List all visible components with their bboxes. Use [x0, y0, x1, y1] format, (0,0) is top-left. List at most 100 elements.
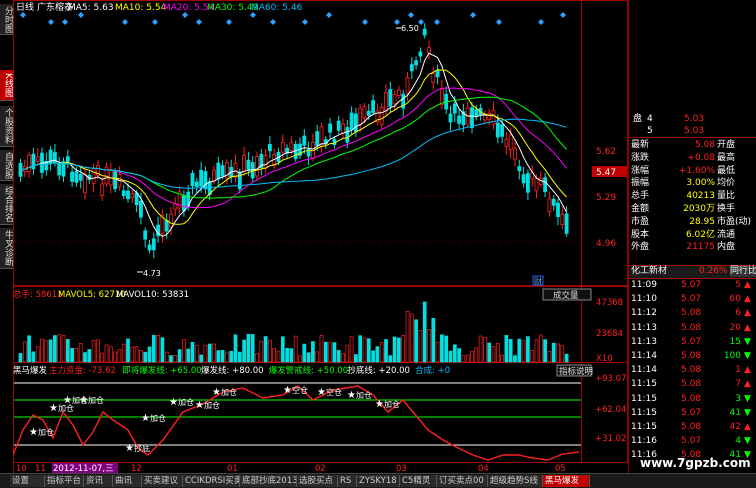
tab-intraday-chart[interactable]: 分时图	[0, 4, 13, 35]
volume-bar	[513, 355, 517, 363]
peer-compare-tab[interactable]: 同行比较	[730, 266, 756, 277]
candle-body	[255, 156, 259, 177]
bottom-tab[interactable]: CCIKDRSI买卖	[183, 475, 240, 487]
volume-bar	[96, 339, 100, 363]
stat-label: 股本	[631, 229, 650, 240]
tab-kline-chart[interactable]: K线图	[0, 70, 13, 101]
kline-chart-area[interactable]: 日线 广东榕泰 MA5: 5.63 MA10: 5.54MA20: 5.54MA3…	[13, 0, 628, 473]
tab-diagnosis[interactable]: 牛叉诊断	[0, 228, 13, 269]
volume-bars	[18, 301, 569, 363]
volume-bar	[177, 349, 182, 363]
volume-bar	[237, 351, 242, 363]
candle-body	[289, 142, 294, 151]
bottom-tab[interactable]: 曲讯	[113, 475, 142, 487]
x-tick: 02	[315, 464, 326, 473]
tab-watchlist[interactable]: 自选股	[0, 150, 13, 181]
volume-bar	[332, 342, 337, 363]
period-label: 日线	[16, 1, 34, 13]
indicator-panel-frame	[13, 362, 628, 463]
bottom-tab[interactable]: 超级趋势S线	[488, 475, 543, 487]
volume-bar	[517, 338, 522, 363]
stat-label: 外盘	[631, 242, 650, 253]
bottom-tab[interactable]: 指标平台	[45, 475, 84, 487]
arrow-up-icon: ▲	[744, 322, 751, 333]
volume-bar	[556, 343, 560, 363]
signal-diamonds	[20, 12, 566, 25]
stat-value: 2030万	[683, 204, 715, 214]
candle-body	[345, 127, 350, 143]
tab-stock-profile[interactable]: 个股资料	[0, 106, 13, 147]
bottom-tab[interactable]: 资讯	[84, 475, 113, 487]
volume-bar	[164, 351, 169, 363]
bottom-tab[interactable]: ZYSKY18	[357, 475, 400, 487]
x-axis: 10 11 2012-11-07,三 12 01 02 03 04 05	[16, 463, 566, 473]
signal-diamond	[196, 19, 202, 25]
arrow-down-icon: ▼	[744, 407, 751, 418]
volume-bar	[255, 353, 259, 363]
tick-volume: 5	[735, 280, 741, 290]
volume-bar	[521, 340, 526, 363]
volume-bar	[156, 335, 160, 363]
bottom-tab[interactable]: 选股买点	[297, 475, 338, 487]
stat-label-right: 市盈(动)	[717, 216, 752, 227]
tick-price: 5.07	[681, 336, 702, 347]
bottom-tab[interactable]: 订买卖点00	[437, 475, 488, 487]
tick-row: 11:14 5.08 1 ▲	[629, 365, 756, 376]
volume-bar	[268, 339, 272, 363]
tick-time: 11:13	[631, 336, 657, 347]
candle-body	[384, 92, 388, 112]
candle-body	[65, 156, 70, 162]
stat-value: 3.00%	[686, 178, 715, 189]
sector-row[interactable]: 化工新材 0.26% 同行比较	[629, 265, 756, 279]
bottom-tab[interactable]: 设置	[10, 475, 45, 487]
tick-time: 11:12	[631, 308, 657, 319]
volume-bar	[422, 301, 427, 363]
arrow-down-icon: ▼	[744, 351, 751, 361]
candle-body	[547, 198, 552, 213]
volume-bar	[336, 349, 341, 363]
volume-bar	[190, 342, 195, 363]
candle-body	[336, 120, 341, 131]
volume-bar	[216, 350, 221, 363]
bottom-tab[interactable]: C5精灵	[400, 475, 437, 487]
bottom-tab[interactable]: 底部抄底2013	[240, 475, 297, 487]
stat-label-right: 内盘	[717, 242, 736, 253]
volume-bar	[203, 344, 208, 363]
bottom-tab[interactable]: 买卖建议	[142, 475, 183, 487]
signal-diamond	[302, 19, 308, 25]
sector-name: 化工新材	[631, 266, 668, 276]
indicator-legend-item: 爆发线: +80.00	[201, 365, 264, 376]
volume-bar	[259, 340, 264, 363]
signal-label: 加仓	[221, 387, 237, 397]
order-book-level: 5	[647, 126, 653, 136]
tab-ranking[interactable]: 综合排名	[0, 184, 13, 225]
volume-bar	[104, 344, 109, 363]
signal-diamond	[560, 12, 566, 18]
candle-body	[560, 213, 565, 226]
volume-bar	[134, 346, 139, 363]
volume-bar	[212, 343, 216, 363]
signal-diamond	[394, 19, 400, 25]
candle-body	[57, 162, 62, 176]
candle-body	[332, 138, 337, 146]
candle-body	[319, 126, 324, 147]
signal-diamond	[122, 19, 128, 25]
arrow-up-icon: ▲	[744, 294, 751, 305]
tick-volume: 7	[735, 379, 741, 390]
candle-body	[194, 181, 199, 187]
indicator-help-label: 指标说明	[559, 366, 593, 377]
signal-diamond	[226, 19, 232, 25]
candle-body	[190, 172, 195, 187]
quote-stat-row: 市盈 28.95 市盈(动)	[629, 217, 756, 228]
candle-body	[113, 171, 117, 190]
tick-row: 11:15 5.08 7 ▲	[629, 379, 756, 390]
bottom-tab[interactable]: 黑马爆发	[543, 475, 590, 487]
stat-label: 金额	[631, 204, 650, 214]
volume-bar	[379, 342, 384, 363]
order-book-price: 5.03	[684, 114, 705, 124]
volume-bar	[117, 349, 122, 363]
volume-bar	[186, 348, 191, 363]
arrow-up-icon: ▲	[744, 308, 751, 319]
signal-diamond	[408, 12, 414, 18]
bottom-tab[interactable]: RS	[338, 475, 357, 487]
